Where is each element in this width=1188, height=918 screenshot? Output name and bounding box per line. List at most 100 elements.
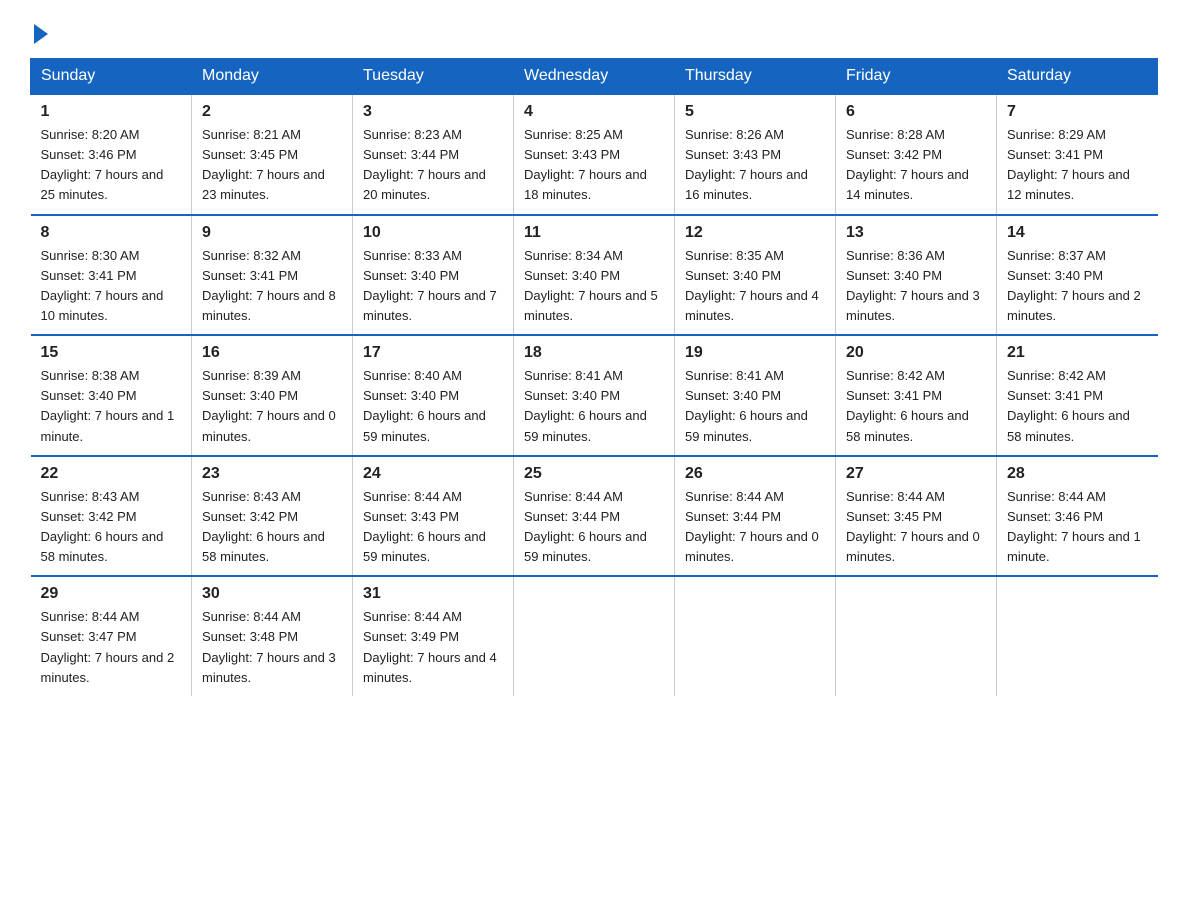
- table-row: [514, 576, 675, 696]
- daylight-label: Daylight: 7 hours and 12 minutes.: [1007, 167, 1130, 202]
- calendar-week-row: 1 Sunrise: 8:20 AM Sunset: 3:46 PM Dayli…: [31, 94, 1158, 215]
- sunset-label: Sunset: 3:42 PM: [846, 147, 942, 162]
- daylight-label: Daylight: 7 hours and 5 minutes.: [524, 288, 658, 323]
- daylight-label: Daylight: 6 hours and 59 minutes.: [524, 408, 647, 443]
- daylight-label: Daylight: 6 hours and 58 minutes.: [41, 529, 164, 564]
- daylight-label: Daylight: 7 hours and 2 minutes.: [1007, 288, 1141, 323]
- daylight-label: Daylight: 7 hours and 20 minutes.: [363, 167, 486, 202]
- daylight-label: Daylight: 7 hours and 16 minutes.: [685, 167, 808, 202]
- sunset-label: Sunset: 3:47 PM: [41, 629, 137, 644]
- sunrise-label: Sunrise: 8:44 AM: [41, 609, 140, 624]
- day-info: Sunrise: 8:44 AM Sunset: 3:43 PM Dayligh…: [363, 487, 503, 568]
- day-info: Sunrise: 8:36 AM Sunset: 3:40 PM Dayligh…: [846, 246, 986, 327]
- sunset-label: Sunset: 3:40 PM: [363, 388, 459, 403]
- table-row: 16 Sunrise: 8:39 AM Sunset: 3:40 PM Dayl…: [192, 335, 353, 456]
- table-row: 11 Sunrise: 8:34 AM Sunset: 3:40 PM Dayl…: [514, 215, 675, 336]
- day-info: Sunrise: 8:37 AM Sunset: 3:40 PM Dayligh…: [1007, 246, 1148, 327]
- sunrise-label: Sunrise: 8:37 AM: [1007, 248, 1106, 263]
- daylight-label: Daylight: 7 hours and 8 minutes.: [202, 288, 336, 323]
- day-info: Sunrise: 8:40 AM Sunset: 3:40 PM Dayligh…: [363, 366, 503, 447]
- day-info: Sunrise: 8:43 AM Sunset: 3:42 PM Dayligh…: [202, 487, 342, 568]
- table-row: 19 Sunrise: 8:41 AM Sunset: 3:40 PM Dayl…: [675, 335, 836, 456]
- daylight-label: Daylight: 7 hours and 23 minutes.: [202, 167, 325, 202]
- day-number: 1: [41, 103, 182, 121]
- sunrise-label: Sunrise: 8:44 AM: [1007, 489, 1106, 504]
- sunrise-label: Sunrise: 8:42 AM: [846, 368, 945, 383]
- daylight-label: Daylight: 6 hours and 59 minutes.: [363, 529, 486, 564]
- calendar-week-row: 15 Sunrise: 8:38 AM Sunset: 3:40 PM Dayl…: [31, 335, 1158, 456]
- day-info: Sunrise: 8:44 AM Sunset: 3:44 PM Dayligh…: [524, 487, 664, 568]
- daylight-label: Daylight: 7 hours and 4 minutes.: [685, 288, 819, 323]
- daylight-label: Daylight: 7 hours and 1 minute.: [41, 408, 175, 443]
- sunrise-label: Sunrise: 8:29 AM: [1007, 127, 1106, 142]
- sunset-label: Sunset: 3:41 PM: [202, 268, 298, 283]
- sunrise-label: Sunrise: 8:44 AM: [202, 609, 301, 624]
- table-row: 24 Sunrise: 8:44 AM Sunset: 3:43 PM Dayl…: [353, 456, 514, 577]
- day-info: Sunrise: 8:33 AM Sunset: 3:40 PM Dayligh…: [363, 246, 503, 327]
- sunset-label: Sunset: 3:40 PM: [363, 268, 459, 283]
- day-number: 6: [846, 103, 986, 121]
- sunset-label: Sunset: 3:40 PM: [685, 388, 781, 403]
- col-sunday: Sunday: [31, 59, 192, 95]
- sunrise-label: Sunrise: 8:28 AM: [846, 127, 945, 142]
- day-info: Sunrise: 8:44 AM Sunset: 3:44 PM Dayligh…: [685, 487, 825, 568]
- day-number: 9: [202, 224, 342, 242]
- col-wednesday: Wednesday: [514, 59, 675, 95]
- day-number: 31: [363, 585, 503, 603]
- sunrise-label: Sunrise: 8:44 AM: [363, 489, 462, 504]
- table-row: 14 Sunrise: 8:37 AM Sunset: 3:40 PM Dayl…: [997, 215, 1158, 336]
- table-row: 1 Sunrise: 8:20 AM Sunset: 3:46 PM Dayli…: [31, 94, 192, 215]
- sunset-label: Sunset: 3:46 PM: [41, 147, 137, 162]
- sunrise-label: Sunrise: 8:32 AM: [202, 248, 301, 263]
- table-row: 26 Sunrise: 8:44 AM Sunset: 3:44 PM Dayl…: [675, 456, 836, 577]
- table-row: 2 Sunrise: 8:21 AM Sunset: 3:45 PM Dayli…: [192, 94, 353, 215]
- daylight-label: Daylight: 7 hours and 0 minutes.: [685, 529, 819, 564]
- daylight-label: Daylight: 6 hours and 58 minutes.: [202, 529, 325, 564]
- daylight-label: Daylight: 7 hours and 14 minutes.: [846, 167, 969, 202]
- day-info: Sunrise: 8:35 AM Sunset: 3:40 PM Dayligh…: [685, 246, 825, 327]
- table-row: 20 Sunrise: 8:42 AM Sunset: 3:41 PM Dayl…: [836, 335, 997, 456]
- sunrise-label: Sunrise: 8:26 AM: [685, 127, 784, 142]
- sunset-label: Sunset: 3:43 PM: [685, 147, 781, 162]
- daylight-label: Daylight: 7 hours and 7 minutes.: [363, 288, 497, 323]
- sunset-label: Sunset: 3:40 PM: [685, 268, 781, 283]
- sunset-label: Sunset: 3:40 PM: [524, 388, 620, 403]
- table-row: 23 Sunrise: 8:43 AM Sunset: 3:42 PM Dayl…: [192, 456, 353, 577]
- day-number: 23: [202, 465, 342, 483]
- sunset-label: Sunset: 3:42 PM: [202, 509, 298, 524]
- day-info: Sunrise: 8:41 AM Sunset: 3:40 PM Dayligh…: [524, 366, 664, 447]
- table-row: 7 Sunrise: 8:29 AM Sunset: 3:41 PM Dayli…: [997, 94, 1158, 215]
- day-number: 21: [1007, 344, 1148, 362]
- sunset-label: Sunset: 3:40 PM: [846, 268, 942, 283]
- day-number: 13: [846, 224, 986, 242]
- table-row: 4 Sunrise: 8:25 AM Sunset: 3:43 PM Dayli…: [514, 94, 675, 215]
- table-row: 29 Sunrise: 8:44 AM Sunset: 3:47 PM Dayl…: [31, 576, 192, 696]
- day-info: Sunrise: 8:28 AM Sunset: 3:42 PM Dayligh…: [846, 125, 986, 206]
- day-number: 25: [524, 465, 664, 483]
- sunset-label: Sunset: 3:43 PM: [524, 147, 620, 162]
- sunset-label: Sunset: 3:41 PM: [41, 268, 137, 283]
- table-row: 15 Sunrise: 8:38 AM Sunset: 3:40 PM Dayl…: [31, 335, 192, 456]
- table-row: [836, 576, 997, 696]
- day-info: Sunrise: 8:44 AM Sunset: 3:49 PM Dayligh…: [363, 607, 503, 688]
- page-header: [30, 20, 1158, 40]
- calendar-week-row: 29 Sunrise: 8:44 AM Sunset: 3:47 PM Dayl…: [31, 576, 1158, 696]
- day-number: 10: [363, 224, 503, 242]
- sunset-label: Sunset: 3:40 PM: [202, 388, 298, 403]
- daylight-label: Daylight: 7 hours and 1 minute.: [1007, 529, 1141, 564]
- day-number: 2: [202, 103, 342, 121]
- sunrise-label: Sunrise: 8:38 AM: [41, 368, 140, 383]
- table-row: 17 Sunrise: 8:40 AM Sunset: 3:40 PM Dayl…: [353, 335, 514, 456]
- day-info: Sunrise: 8:38 AM Sunset: 3:40 PM Dayligh…: [41, 366, 182, 447]
- sunset-label: Sunset: 3:45 PM: [846, 509, 942, 524]
- day-number: 26: [685, 465, 825, 483]
- day-info: Sunrise: 8:43 AM Sunset: 3:42 PM Dayligh…: [41, 487, 182, 568]
- day-number: 22: [41, 465, 182, 483]
- sunset-label: Sunset: 3:41 PM: [1007, 147, 1103, 162]
- sunrise-label: Sunrise: 8:34 AM: [524, 248, 623, 263]
- sunrise-label: Sunrise: 8:44 AM: [685, 489, 784, 504]
- sunrise-label: Sunrise: 8:41 AM: [685, 368, 784, 383]
- sunrise-label: Sunrise: 8:43 AM: [202, 489, 301, 504]
- table-row: [675, 576, 836, 696]
- col-thursday: Thursday: [675, 59, 836, 95]
